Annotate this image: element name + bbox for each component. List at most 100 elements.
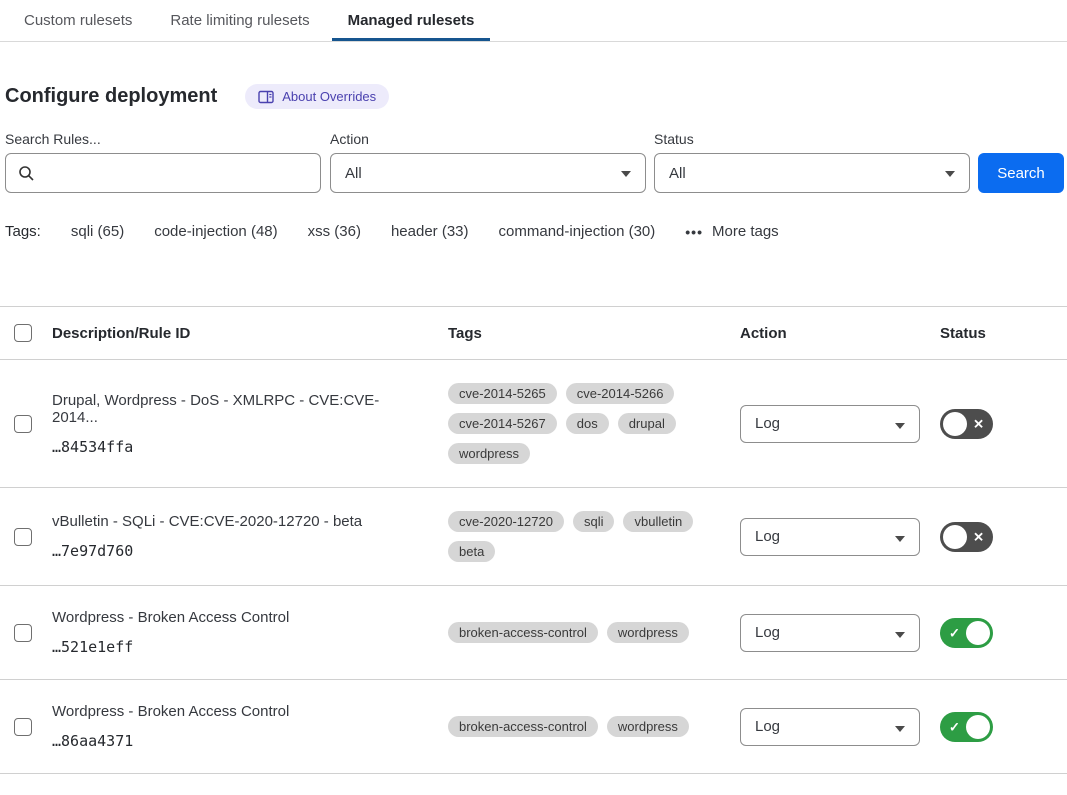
table-row: Drupal, Wordpress - DoS - XMLRPC - CVE:C… (0, 360, 1067, 488)
rule-action-select[interactable]: Log (740, 708, 920, 746)
tag-filter-command-injection[interactable]: command-injection (30) (499, 223, 656, 240)
ellipsis-icon: ••• (685, 224, 703, 240)
search-input-wrapper (5, 153, 321, 193)
select-all-checkbox[interactable] (14, 324, 32, 342)
more-tags-label: More tags (712, 223, 779, 240)
rule-tag: sqli (573, 511, 615, 532)
rule-action-value: Log (755, 415, 780, 432)
action-label: Action (330, 131, 654, 147)
row-checkbox[interactable] (14, 528, 32, 546)
action-field: Action All (330, 131, 654, 193)
search-field: Search Rules... (5, 131, 330, 193)
rule-action-select[interactable]: Log (740, 518, 920, 556)
rule-id: …7e97d760 (52, 542, 448, 560)
rule-tag: cve-2014-5265 (448, 383, 557, 404)
search-button[interactable]: Search (978, 153, 1064, 193)
row-checkbox[interactable] (14, 718, 32, 736)
tab-managed-rulesets[interactable]: Managed rulesets (348, 0, 475, 41)
rule-tag: cve-2014-5267 (448, 413, 557, 434)
rule-action-select[interactable]: Log (740, 614, 920, 652)
tag-filter-xss[interactable]: xss (36) (308, 223, 361, 240)
toggle-knob (943, 412, 967, 436)
x-icon: ✕ (973, 417, 984, 430)
about-overrides-link[interactable]: About Overrides (245, 84, 389, 109)
rule-status-toggle[interactable]: ✓ ✕ (940, 522, 993, 552)
tab-custom-rulesets[interactable]: Custom rulesets (24, 0, 132, 41)
rule-tag: wordpress (607, 716, 689, 737)
action-filter-select[interactable]: All (330, 153, 646, 193)
rule-tag: cve-2014-5266 (566, 383, 675, 404)
rule-description: vBulletin - SQLi - CVE:CVE-2020-12720 - … (52, 513, 448, 530)
toggle-knob (943, 525, 967, 549)
chevron-down-icon (945, 171, 955, 177)
table-row: vBulletin - SQLi - CVE:CVE-2020-12720 - … (0, 488, 1067, 586)
about-overrides-label: About Overrides (282, 89, 376, 104)
chevron-down-icon (895, 536, 905, 542)
rule-action-value: Log (755, 624, 780, 641)
rule-tag: broken-access-control (448, 716, 598, 737)
rule-status-toggle[interactable]: ✓ ✕ (940, 618, 993, 648)
page-header: Configure deployment About Overrides (5, 84, 1067, 109)
action-filter-value: All (345, 165, 362, 182)
rule-description: Wordpress - Broken Access Control (52, 703, 448, 720)
rule-status-toggle[interactable]: ✓ ✕ (940, 712, 993, 742)
tag-filter-sqli[interactable]: sqli (65) (71, 223, 124, 240)
rule-status-toggle[interactable]: ✓ ✕ (940, 409, 993, 439)
tab-rate-limiting-rulesets[interactable]: Rate limiting rulesets (170, 0, 309, 41)
check-icon: ✓ (949, 720, 960, 733)
check-icon: ✓ (949, 626, 960, 639)
chevron-down-icon (895, 632, 905, 638)
status-filter-value: All (669, 165, 686, 182)
tag-filter-header[interactable]: header (33) (391, 223, 469, 240)
table-row: Wordpress - Broken Access Control …86aa4… (0, 680, 1067, 774)
rule-description-cell: Wordpress - Broken Access Control …521e1… (52, 609, 448, 656)
rule-id: …84534ffa (52, 438, 448, 456)
status-field: Status All (654, 131, 978, 193)
rule-action-select[interactable]: Log (740, 405, 920, 443)
rule-description-cell: Wordpress - Broken Access Control …86aa4… (52, 703, 448, 750)
rule-description: Wordpress - Broken Access Control (52, 609, 448, 626)
rule-description-cell: vBulletin - SQLi - CVE:CVE-2020-12720 - … (52, 513, 448, 560)
row-checkbox[interactable] (14, 624, 32, 642)
tag-filter-code-injection[interactable]: code-injection (48) (154, 223, 277, 240)
chevron-down-icon (895, 423, 905, 429)
tags-bar-label: Tags: (5, 223, 41, 240)
status-filter-select[interactable]: All (654, 153, 970, 193)
ruleset-tabs: Custom rulesets Rate limiting rulesets M… (0, 0, 1067, 42)
toggle-knob (966, 715, 990, 739)
rule-description: Drupal, Wordpress - DoS - XMLRPC - CVE:C… (52, 392, 448, 426)
rule-id: …521e1eff (52, 638, 448, 656)
rule-action-value: Log (755, 528, 780, 545)
rule-tags-cell: broken-access-control wordpress (448, 716, 740, 737)
rule-tag: broken-access-control (448, 622, 598, 643)
rule-tag: cve-2020-12720 (448, 511, 564, 532)
chevron-down-icon (621, 171, 631, 177)
rule-description-cell: Drupal, Wordpress - DoS - XMLRPC - CVE:C… (52, 392, 448, 456)
rule-tag: drupal (618, 413, 676, 434)
page-title: Configure deployment (5, 85, 217, 108)
column-header-tags: Tags (448, 325, 740, 342)
more-tags-button[interactable]: ••• More tags (685, 223, 778, 240)
rule-action-value: Log (755, 718, 780, 735)
filter-bar: Search Rules... Action All Status All Se… (5, 131, 1067, 193)
rule-tag: vbulletin (623, 511, 693, 532)
rule-tags-cell: cve-2020-12720 sqli vbulletin beta (448, 511, 740, 562)
book-icon (258, 90, 274, 104)
column-header-description: Description/Rule ID (52, 325, 448, 342)
row-checkbox[interactable] (14, 415, 32, 433)
chevron-down-icon (895, 726, 905, 732)
rule-tag: dos (566, 413, 609, 434)
search-input[interactable] (6, 154, 320, 192)
table-row: Wordpress - Broken Access Control …521e1… (0, 586, 1067, 680)
tags-bar: Tags: sqli (65) code-injection (48) xss … (5, 223, 1067, 240)
rule-id: …86aa4371 (52, 732, 448, 750)
header-checkbox-cell (0, 324, 52, 342)
rule-tags-cell: cve-2014-5265 cve-2014-5266 cve-2014-526… (448, 383, 740, 464)
x-icon: ✕ (973, 530, 984, 543)
status-label: Status (654, 131, 978, 147)
rule-tags-cell: broken-access-control wordpress (448, 622, 740, 643)
toggle-knob (966, 621, 990, 645)
rule-tag: beta (448, 541, 495, 562)
rules-table: Description/Rule ID Tags Action Status D… (0, 306, 1067, 774)
search-label: Search Rules... (5, 131, 330, 147)
